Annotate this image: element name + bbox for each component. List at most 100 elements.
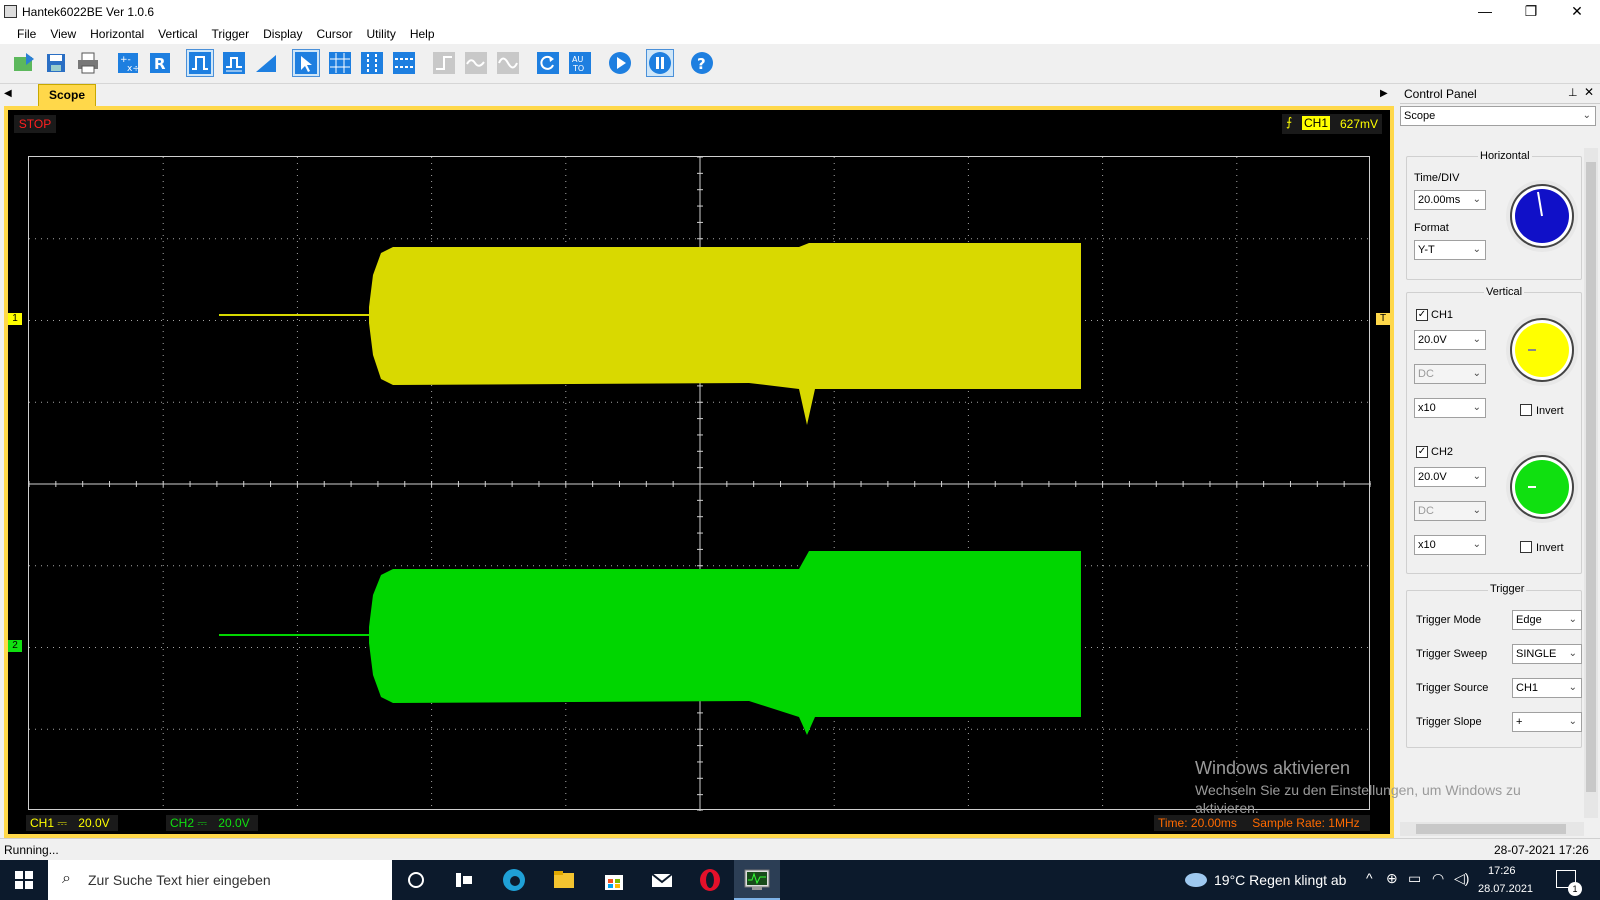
menu-trigger[interactable]: Trigger [205, 24, 257, 44]
panel-scrollbar[interactable] [1584, 148, 1598, 818]
pin-icon[interactable]: ⊥ [1568, 86, 1578, 99]
network-icon[interactable]: ⊕ [1386, 870, 1398, 887]
svg-text:x÷: x÷ [127, 64, 140, 74]
trigger-source-select[interactable]: CH1 ⌄ [1512, 678, 1582, 698]
taskbar-time[interactable]: 17:26 [1488, 865, 1516, 877]
store-icon[interactable] [600, 866, 628, 894]
panel-close-icon[interactable]: ✕ [1584, 85, 1594, 99]
panel-hscrollbar[interactable] [1400, 822, 1584, 836]
volume-icon[interactable]: ◁) [1454, 870, 1469, 887]
reference-icon[interactable]: R [146, 49, 174, 77]
minimize-button[interactable]: — [1462, 0, 1508, 24]
ch1-enable-checkbox[interactable]: ✓ [1416, 309, 1428, 321]
menu-display[interactable]: Display [256, 24, 309, 44]
activation-watermark-text: Wechseln Sie zu den Einstellungen, um Wi… [1195, 782, 1521, 798]
format-select[interactable]: Y-T ⌄ [1414, 240, 1486, 260]
ch2-probe-select[interactable]: x10 ⌄ [1414, 535, 1486, 555]
wave-icon[interactable] [462, 49, 490, 77]
task-view-icon[interactable] [402, 866, 430, 894]
ch2-marker[interactable]: 2 [8, 640, 22, 652]
maximize-button[interactable]: ❐ [1508, 0, 1554, 24]
trigger-level-marker[interactable]: T [1376, 313, 1390, 325]
print-icon[interactable] [74, 49, 102, 77]
trigger-edge-icon: ⨍ [1286, 115, 1293, 129]
close-button[interactable]: ✕ [1554, 0, 1600, 24]
timebase-knob[interactable] [1506, 180, 1578, 252]
chevron-down-icon: ⌄ [1568, 614, 1577, 625]
tray-chevron-up-icon[interactable]: ^ [1366, 870, 1373, 886]
ch2-volts-select[interactable]: 20.0V ⌄ [1414, 467, 1486, 487]
pulse-icon[interactable] [186, 49, 214, 77]
timediv-label: Time/DIV [1414, 172, 1460, 184]
ch1-invert-checkbox[interactable] [1520, 404, 1532, 416]
opera-icon[interactable] [696, 866, 724, 894]
timediv-select[interactable]: 20.00ms ⌄ [1414, 190, 1486, 210]
status-datetime: 28-07-2021 17:26 [1494, 843, 1589, 857]
ramp-icon[interactable] [252, 49, 280, 77]
widgets-icon[interactable] [450, 866, 478, 894]
tab-scroll-left-icon[interactable]: ◀ [4, 88, 12, 99]
file-explorer-icon[interactable] [550, 866, 578, 894]
status-bar: Running... 28-07-2021 17:26 [0, 838, 1600, 860]
menu-help[interactable]: Help [403, 24, 442, 44]
step-icon[interactable] [430, 49, 458, 77]
menu-vertical[interactable]: Vertical [151, 24, 204, 44]
tab-scroll-right-icon[interactable]: ▶ [1380, 88, 1388, 99]
pulse-alt-icon[interactable] [220, 49, 248, 77]
horizontal-cursor-icon[interactable] [390, 49, 418, 77]
sine-icon[interactable] [494, 49, 522, 77]
trigger-slope-select[interactable]: + ⌄ [1512, 712, 1582, 732]
chevron-down-icon: ⌄ [1568, 682, 1577, 693]
ch1-waveform-envelope [369, 243, 1081, 425]
select-cursor-icon[interactable] [292, 49, 320, 77]
ch1-marker[interactable]: 1 [8, 313, 22, 325]
waveform-screen[interactable] [28, 156, 1372, 812]
menu-view[interactable]: View [43, 24, 83, 44]
windows-start-icon[interactable] [10, 866, 38, 894]
menu-utility[interactable]: Utility [359, 24, 402, 44]
search-icon: ⌕ [62, 870, 71, 887]
battery-icon[interactable]: ▭ [1408, 870, 1421, 887]
wifi-icon[interactable]: ◠ [1432, 870, 1444, 887]
format-value: Y-T [1418, 244, 1435, 256]
ch2-coupling-select[interactable]: DC ⌄ [1414, 501, 1486, 521]
ch2-enable-checkbox[interactable]: ✓ [1416, 446, 1428, 458]
ch1-coupling-select[interactable]: DC ⌄ [1414, 364, 1486, 384]
tab-scope[interactable]: Scope [38, 84, 96, 106]
run-icon[interactable] [606, 49, 634, 77]
ch1-probe-select[interactable]: x10 ⌄ [1414, 398, 1486, 418]
ch1-volts-select[interactable]: 20.0V ⌄ [1414, 330, 1486, 350]
pause-icon[interactable] [646, 49, 674, 77]
trigger-source-label: Trigger Source [1416, 682, 1489, 694]
hantek-taskbar-button[interactable] [734, 860, 780, 900]
ch2-invert-label: Invert [1536, 542, 1564, 554]
grid-icon[interactable] [326, 49, 354, 77]
save-icon[interactable] [42, 49, 70, 77]
help-icon[interactable]: ? [688, 49, 716, 77]
menu-horizontal[interactable]: Horizontal [83, 24, 151, 44]
ch2-volts-knob[interactable] [1506, 451, 1578, 523]
mode-select[interactable]: Scope ⌄ [1400, 106, 1596, 126]
taskbar-date[interactable]: 28.07.2021 [1478, 883, 1533, 895]
ch1-info-value: 20.0V [78, 816, 110, 830]
menu-cursor[interactable]: Cursor [309, 24, 359, 44]
open-icon[interactable] [10, 49, 38, 77]
trigger-sweep-select[interactable]: SINGLE ⌄ [1512, 644, 1582, 664]
menu-file[interactable]: File [10, 24, 43, 44]
hscroll-thumb[interactable] [1416, 824, 1566, 834]
trigger-sweep-label: Trigger Sweep [1416, 648, 1488, 660]
refresh-icon[interactable] [534, 49, 562, 77]
trigger-mode-select[interactable]: Edge ⌄ [1512, 610, 1582, 630]
weather-text[interactable]: 19°C Regen klingt ab [1214, 872, 1346, 888]
auto-icon[interactable]: AU TO [566, 49, 594, 77]
ch2-invert-checkbox[interactable] [1520, 541, 1532, 553]
edge-icon[interactable] [500, 866, 528, 894]
weather-icon[interactable] [1184, 868, 1208, 891]
vertical-cursor-icon[interactable] [358, 49, 386, 77]
taskbar-search-box[interactable]: ⌕ Zur Suche Text hier eingeben [48, 860, 392, 900]
ch2-label: CH2 [1431, 446, 1454, 458]
measure-icon[interactable]: +- x÷ [114, 49, 142, 77]
scroll-thumb[interactable] [1586, 162, 1596, 792]
mail-icon[interactable] [648, 866, 676, 894]
ch1-volts-knob[interactable] [1506, 314, 1578, 386]
